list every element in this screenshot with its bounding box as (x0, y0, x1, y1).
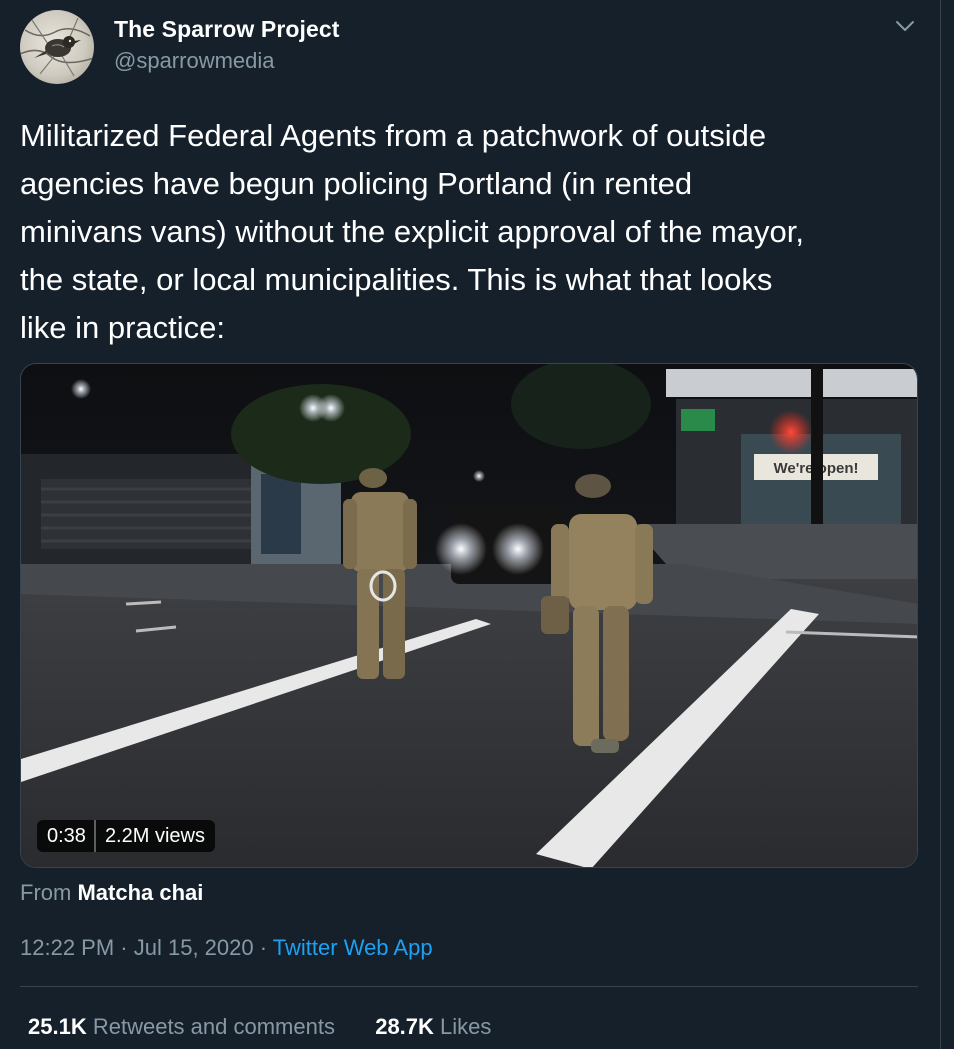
tweet-text-line: Militarized Federal Agents from a patchw… (20, 118, 767, 153)
divider (20, 986, 918, 987)
video-attribution: From Matcha chai (20, 880, 203, 906)
tweet: The Sparrow Project @sparrowmedia Milita… (0, 0, 954, 1049)
tweet-text-line: minivans vans) without the explicit appr… (20, 214, 804, 249)
video-views: 2.2M views (104, 824, 205, 847)
video-player[interactable]: We're open! 0:38 2.2M views (20, 363, 918, 868)
likes-count: 28.7K (375, 1014, 434, 1039)
retweets-label: Retweets and comments (92, 1014, 335, 1039)
meta-separator: · (120, 935, 128, 960)
tweet-source-link[interactable]: Twitter Web App (273, 935, 433, 960)
tweet-text: Militarized Federal Agents from a patchw… (20, 112, 920, 352)
tweet-date[interactable]: Jul 15, 2020 (134, 935, 254, 960)
column-border (940, 0, 941, 1049)
avatar[interactable] (20, 10, 94, 84)
retweets-count: 25.1K (28, 1014, 87, 1039)
tweet-stats: 25.1K Retweets and comments 28.7K Likes (28, 1014, 491, 1040)
tweet-text-line: the state, or local municipalities. This… (20, 262, 773, 297)
video-thumbnail: We're open! (21, 364, 917, 867)
sparrow-logo-icon (20, 17, 94, 77)
tweet-text-line: agencies have begun policing Portland (i… (20, 166, 693, 201)
video-badge: 0:38 2.2M views (37, 820, 215, 852)
user-handle[interactable]: @sparrowmedia (114, 48, 275, 74)
likes-label: Likes (440, 1014, 492, 1039)
tweet-text-line: like in practice: (20, 310, 226, 345)
attribution-author-link[interactable]: Matcha chai (77, 880, 203, 905)
chevron-down-icon[interactable] (893, 16, 917, 36)
tweet-meta: 12:22 PM · Jul 15, 2020 · Twitter Web Ap… (20, 935, 433, 961)
video-duration: 0:38 (47, 824, 86, 847)
meta-separator: · (259, 935, 268, 960)
display-name[interactable]: The Sparrow Project (114, 16, 340, 43)
attribution-prefix: From (20, 880, 72, 905)
likes-stat[interactable]: 28.7K Likes (375, 1014, 491, 1039)
tweet-time[interactable]: 12:22 PM (20, 935, 114, 960)
retweets-stat[interactable]: 25.1K Retweets and comments (28, 1014, 341, 1039)
